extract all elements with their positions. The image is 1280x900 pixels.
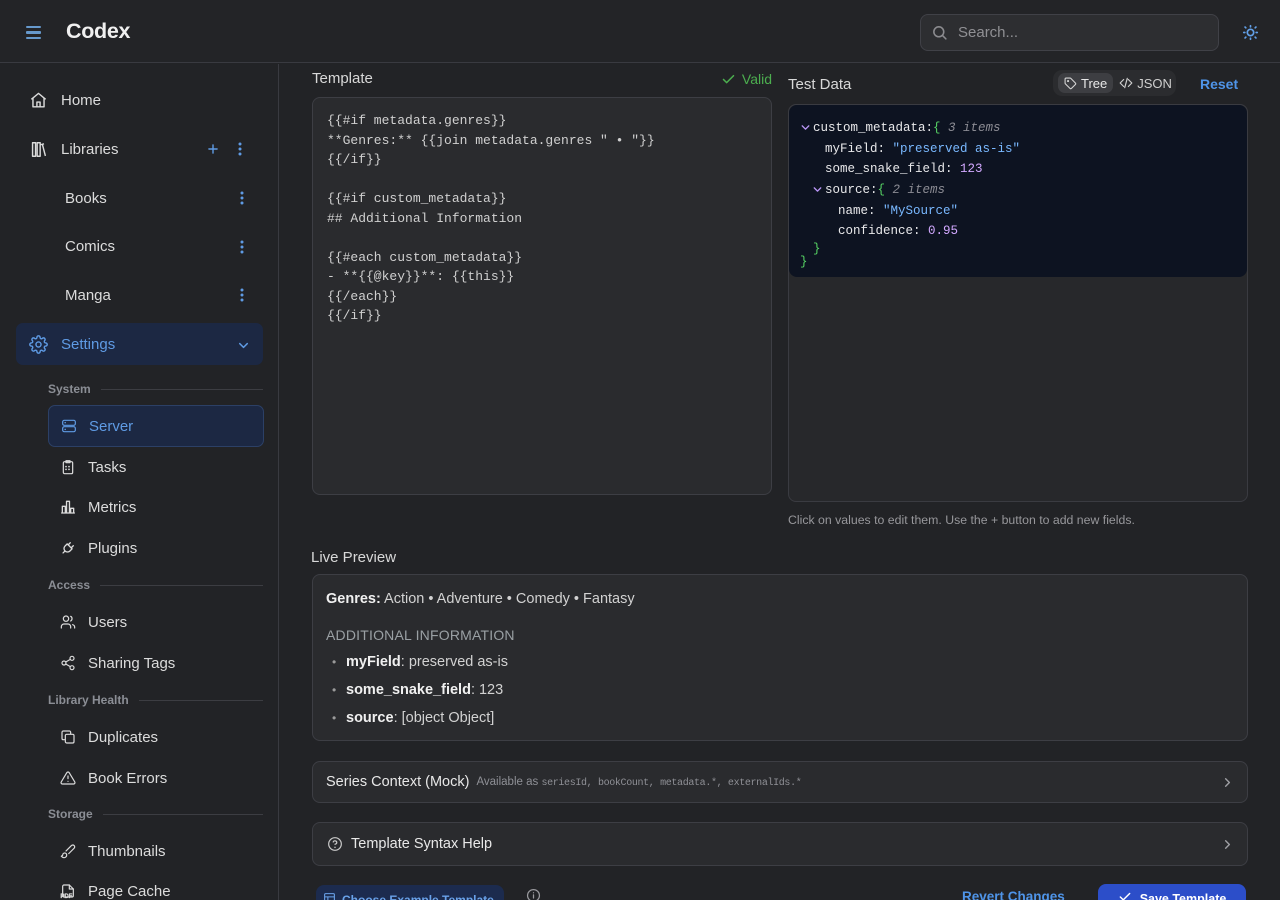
svg-text:PDF: PDF [60,894,72,899]
